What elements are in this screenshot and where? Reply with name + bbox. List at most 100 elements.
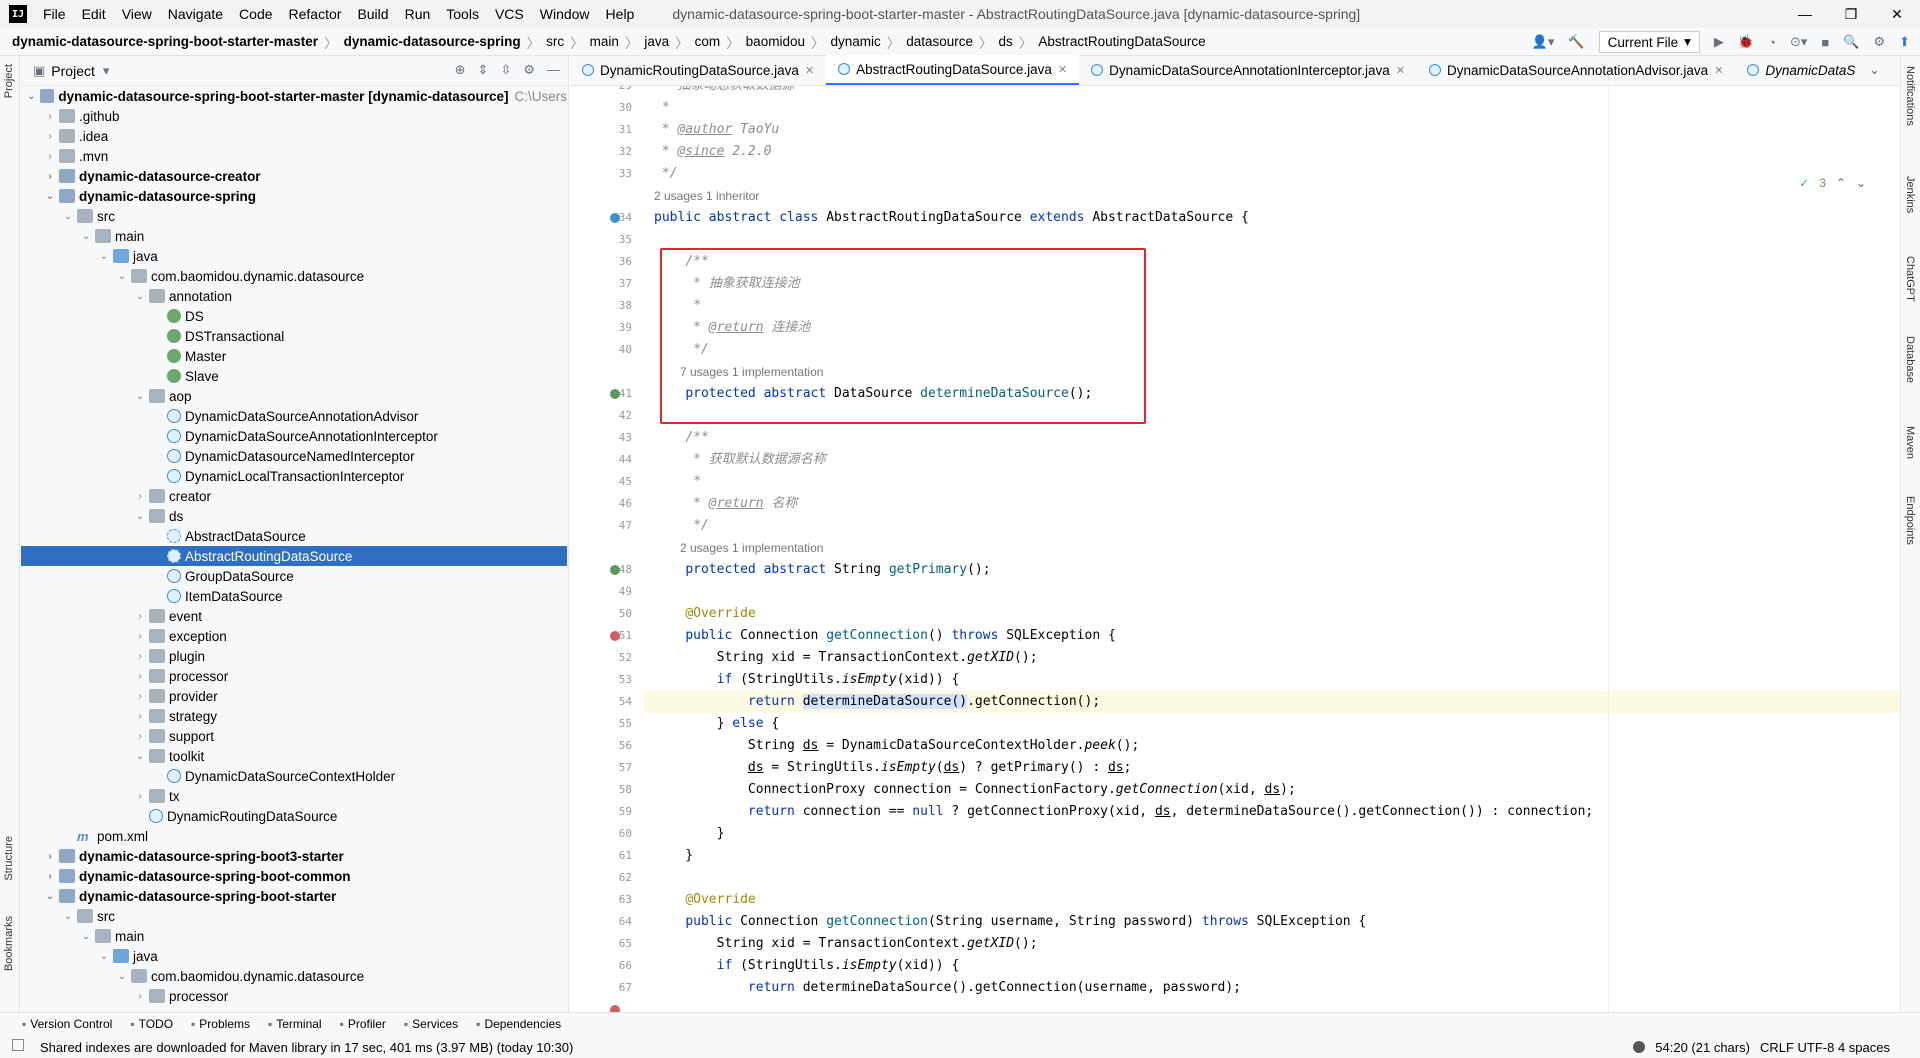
tree-item[interactable]: ⌄ java bbox=[21, 246, 567, 266]
tool-window-button[interactable]: ▪ Terminal bbox=[268, 1017, 322, 1031]
tree-item[interactable]: DynamicDataSourceContextHolder bbox=[21, 766, 567, 786]
endpoints-tool-button[interactable]: Endpoints bbox=[1904, 496, 1916, 545]
status-toggle-icon[interactable] bbox=[12, 1039, 24, 1051]
tree-item[interactable]: ⌄ toolkit bbox=[21, 746, 567, 766]
chevron-icon[interactable]: › bbox=[43, 111, 57, 122]
menu-item-navigate[interactable]: Navigate bbox=[160, 6, 231, 22]
tree-item[interactable]: ⌄ java bbox=[21, 946, 567, 966]
chevron-down-icon[interactable]: ⌄ bbox=[1856, 176, 1866, 190]
debug-icon[interactable]: 🐞 bbox=[1738, 34, 1754, 50]
menu-item-run[interactable]: Run bbox=[397, 6, 439, 22]
editor-tab[interactable]: AbstractRoutingDataSource.java ✕ bbox=[826, 55, 1080, 85]
code-editor[interactable]: 2930313233343536373839404142434445464748… bbox=[570, 86, 1900, 1012]
close-tab-icon[interactable]: ✕ bbox=[805, 64, 814, 77]
status-message[interactable]: Shared indexes are downloaded for Maven … bbox=[40, 1037, 573, 1057]
chevron-icon[interactable]: ⌄ bbox=[133, 291, 147, 302]
tree-item[interactable]: ⌄ dynamic-datasource-spring bbox=[21, 186, 567, 206]
chevron-icon[interactable]: › bbox=[43, 171, 57, 182]
locate-icon[interactable]: ⊕ bbox=[455, 62, 466, 78]
editor-tab[interactable]: DynamicRoutingDataSource.java ✕ bbox=[570, 55, 826, 85]
chevron-icon[interactable]: › bbox=[133, 691, 147, 702]
breadcrumb-item[interactable]: main bbox=[590, 34, 619, 49]
chevron-icon[interactable]: › bbox=[133, 631, 147, 642]
close-tab-icon[interactable]: ✕ bbox=[1714, 64, 1723, 77]
chevron-down-icon[interactable]: ▾ bbox=[103, 63, 110, 79]
code-line[interactable]: * @author TaoYu bbox=[654, 119, 779, 141]
chevron-icon[interactable]: › bbox=[133, 991, 147, 1002]
chevron-icon[interactable]: ⌄ bbox=[61, 911, 75, 922]
menu-item-edit[interactable]: Edit bbox=[74, 6, 114, 22]
code-line[interactable]: public Connection getConnection() throws… bbox=[654, 625, 1116, 647]
chevron-icon[interactable]: › bbox=[43, 131, 57, 142]
close-tab-icon[interactable]: ✕ bbox=[1396, 64, 1405, 77]
chevron-icon[interactable]: › bbox=[43, 151, 57, 162]
code-line[interactable]: if (StringUtils.isEmpty(xid)) { bbox=[654, 955, 960, 977]
code-line[interactable]: if (StringUtils.isEmpty(xid)) { bbox=[654, 669, 960, 691]
update-icon[interactable]: ⬆ bbox=[1899, 34, 1910, 50]
tree-item[interactable]: › provider bbox=[21, 686, 567, 706]
tree-item[interactable]: › dynamic-datasource-spring-boot-common bbox=[21, 866, 567, 886]
tree-item[interactable]: ⌄ com.baomidou.dynamic.datasource bbox=[21, 966, 567, 986]
chevron-icon[interactable]: ⌄ bbox=[79, 931, 93, 942]
implementation-gutter-icon[interactable] bbox=[610, 1005, 620, 1012]
menu-item-tools[interactable]: Tools bbox=[438, 6, 487, 22]
tree-item[interactable]: › event bbox=[21, 606, 567, 626]
menu-item-vcs[interactable]: VCS bbox=[487, 6, 532, 22]
tree-item[interactable]: GroupDataSource bbox=[21, 566, 567, 586]
tool-window-button[interactable]: ▪ TODO bbox=[130, 1017, 173, 1031]
tree-item[interactable]: ItemDataSource bbox=[21, 586, 567, 606]
usage-hint[interactable]: 2 usages 1 implementation bbox=[680, 541, 823, 555]
tree-item[interactable]: › tx bbox=[21, 786, 567, 806]
tabs-menu-icon[interactable]: ⌄ bbox=[1869, 62, 1880, 78]
chevron-icon[interactable]: ⌄ bbox=[115, 271, 129, 282]
tree-item[interactable]: AbstractRoutingDataSource bbox=[21, 546, 567, 566]
tool-window-button[interactable]: ▪ Version Control bbox=[22, 1017, 112, 1031]
code-line[interactable]: * bbox=[654, 471, 701, 493]
tree-item[interactable]: › .idea bbox=[21, 126, 567, 146]
menu-item-code[interactable]: Code bbox=[231, 6, 280, 22]
tool-window-button[interactable]: ▪ Problems bbox=[191, 1017, 250, 1031]
usage-hint[interactable]: 2 usages 1 inheritor bbox=[654, 189, 759, 203]
breadcrumb-item[interactable]: baomidou bbox=[746, 34, 805, 49]
menu-item-help[interactable]: Help bbox=[598, 6, 643, 22]
implementation-gutter-icon[interactable] bbox=[610, 631, 620, 641]
tree-item[interactable]: m pom.xml bbox=[21, 826, 567, 846]
tool-window-button[interactable]: ▪ Services bbox=[404, 1017, 458, 1031]
tree-item[interactable]: ⌄ src bbox=[21, 906, 567, 926]
collapse-all-icon[interactable]: ⇳ bbox=[500, 62, 511, 78]
breadcrumb-item[interactable]: dynamic-datasource-spring bbox=[344, 34, 521, 49]
menu-item-file[interactable]: File bbox=[35, 6, 74, 22]
expand-all-icon[interactable]: ⇕ bbox=[478, 62, 489, 78]
tree-item[interactable]: DynamicLocalTransactionInterceptor bbox=[21, 466, 567, 486]
code-line[interactable]: ConnectionProxy connection = ConnectionF… bbox=[654, 779, 1296, 801]
menu-item-build[interactable]: Build bbox=[349, 6, 396, 22]
tree-item[interactable]: ⌄ ds bbox=[21, 506, 567, 526]
tree-item[interactable]: DynamicDatasourceNamedInterceptor bbox=[21, 446, 567, 466]
editor-tab[interactable]: DynamicDataSourceAnnotationAdvisor.java ✕ bbox=[1417, 55, 1735, 85]
chevron-icon[interactable]: ⌄ bbox=[115, 971, 129, 982]
gear-icon[interactable]: ⚙ bbox=[1873, 34, 1885, 50]
chevron-icon[interactable]: › bbox=[43, 871, 57, 882]
tree-item[interactable]: › plugin bbox=[21, 646, 567, 666]
tool-window-button[interactable]: ▪ Profiler bbox=[340, 1017, 386, 1031]
breadcrumb-item[interactable]: dynamic-datasource-spring-boot-starter-m… bbox=[12, 34, 318, 49]
tool-window-button[interactable]: ▪ Dependencies bbox=[476, 1017, 561, 1031]
stop-icon[interactable]: ■ bbox=[1821, 35, 1829, 50]
chevron-icon[interactable]: ⌄ bbox=[133, 511, 147, 522]
code-line[interactable]: return connection == null ? getConnectio… bbox=[654, 801, 1593, 823]
tree-item[interactable]: AbstractDataSource bbox=[21, 526, 567, 546]
chevron-up-icon[interactable]: ⌃ bbox=[1836, 176, 1846, 190]
code-line[interactable]: @Override bbox=[654, 603, 755, 625]
code-line[interactable]: return determineDataSource().getConnecti… bbox=[654, 977, 1241, 999]
tree-item[interactable]: › processor bbox=[21, 986, 567, 1006]
chevron-icon[interactable]: ⌄ bbox=[133, 751, 147, 762]
user-icon[interactable]: 👤▾ bbox=[1532, 34, 1555, 50]
tree-item[interactable]: Slave bbox=[21, 366, 567, 386]
close-tab-icon[interactable]: ✕ bbox=[1058, 63, 1067, 76]
tree-root[interactable]: ⌄ dynamic-datasource-spring-boot-starter… bbox=[21, 86, 567, 106]
chevron-icon[interactable]: ⌄ bbox=[43, 191, 57, 202]
chevron-icon[interactable]: › bbox=[133, 611, 147, 622]
code-line[interactable]: */ bbox=[654, 163, 678, 185]
gear-icon[interactable]: ⚙ bbox=[523, 62, 535, 78]
chevron-icon[interactable]: › bbox=[133, 731, 147, 742]
